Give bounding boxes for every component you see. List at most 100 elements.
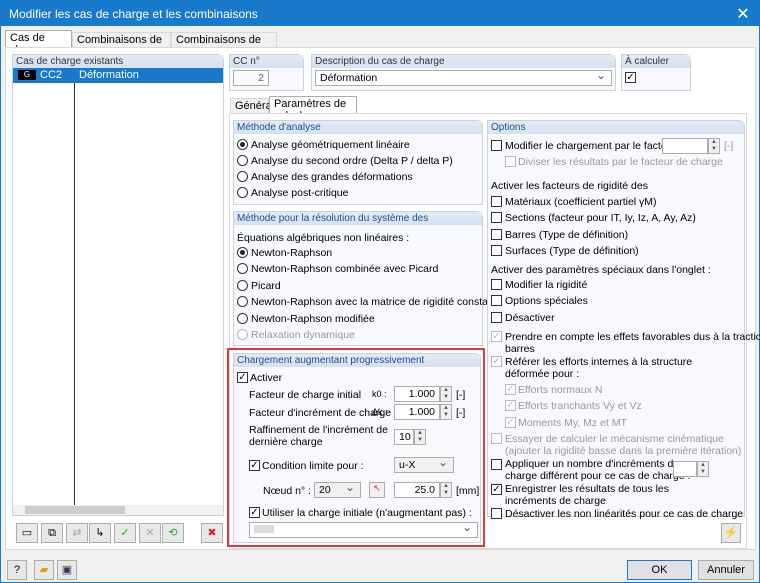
tab-load-combinations[interactable]: Combinaisons de charge: [72, 32, 171, 58]
favorable-effects-checkbox[interactable]: ✓: [491, 331, 502, 342]
modify-factor-spinner[interactable]: ▲ ▼: [708, 138, 720, 154]
radio-label: Newton-Raphson combinée avec Picard: [251, 263, 439, 275]
limit-direction-dropdown[interactable]: u-X: [394, 455, 454, 473]
radio-label: Picard: [251, 280, 281, 292]
surfaces-checkbox[interactable]: [491, 245, 502, 256]
open-icon[interactable]: ▰: [34, 560, 54, 580]
limit-condition-checkbox[interactable]: ✓: [249, 460, 260, 471]
pick-node-icon[interactable]: ↖: [369, 482, 385, 498]
refine-spinner[interactable]: ▲ ▼: [414, 429, 426, 445]
radio-large-deformation[interactable]: [237, 171, 248, 182]
shear-forces-checkbox[interactable]: ✓: [505, 400, 516, 411]
analysis-title: Méthode d'analyse: [234, 121, 482, 134]
progressive-loading-group: Chargement augmentant progressivement ✓ A…: [233, 353, 481, 543]
radio-linear[interactable]: [237, 139, 248, 150]
ok-button[interactable]: OK: [627, 560, 692, 580]
import-icon[interactable]: ⇄: [66, 523, 88, 543]
increment-factor-field[interactable]: 1.000: [394, 404, 440, 420]
calculate-checkbox[interactable]: ✓: [625, 72, 636, 83]
deactivate-checkbox[interactable]: [491, 312, 502, 323]
modify-load-checkbox[interactable]: [491, 140, 502, 151]
kinematic-checkbox[interactable]: [491, 433, 502, 444]
refine-field[interactable]: 10: [394, 429, 414, 445]
normal-forces-label: Efforts normaux N: [518, 384, 603, 396]
save-increments-checkbox[interactable]: ✓: [491, 484, 502, 495]
k0-symbol: k0 :: [372, 389, 387, 399]
apply-increments-checkbox[interactable]: [491, 459, 502, 470]
delete-icon[interactable]: ✖: [201, 523, 223, 543]
node-dropdown[interactable]: 20: [314, 480, 361, 498]
uncheck-all-icon[interactable]: ✕: [139, 523, 161, 543]
divide-results-checkbox[interactable]: [505, 156, 516, 167]
horizontal-scrollbar[interactable]: [13, 505, 223, 515]
tab-load-cases[interactable]: Cas de charge: [5, 30, 72, 56]
deactivate-label: Désactiver: [505, 312, 555, 324]
radio-nr-constant[interactable]: [237, 296, 248, 307]
increment-factor-spinner[interactable]: ▲ ▼: [440, 404, 452, 420]
materials-label: Matériaux (coefficient partiel γM): [505, 196, 657, 208]
initial-factor-field[interactable]: 1.000: [394, 386, 440, 402]
increment-factor-label: Facteur d'incrément de charge: [249, 407, 392, 419]
tab-result-combinations[interactable]: Combinaisons de résultats: [171, 32, 277, 58]
radio-label: Analyse post-critique: [251, 187, 349, 199]
initial-load-dropdown[interactable]: [249, 520, 478, 538]
radio-label: Analyse du second ordre (Delta P / delta…: [251, 155, 453, 167]
sections-checkbox[interactable]: [491, 212, 502, 223]
radio-nr-picard[interactable]: [237, 263, 248, 274]
cancel-button[interactable]: Annuler: [698, 560, 754, 580]
deactivate-nonlinear-label: Désactiver les non linéarités pour ce ca…: [505, 508, 744, 520]
tab-calc-params[interactable]: Paramètres de calcul: [269, 96, 357, 122]
moments-checkbox[interactable]: ✓: [505, 417, 516, 428]
modify-stiffness-checkbox[interactable]: [491, 279, 502, 290]
new-case-icon[interactable]: ▭: [16, 523, 38, 543]
use-initial-load-checkbox[interactable]: ✓: [249, 507, 260, 518]
settings-icon[interactable]: ⚡: [721, 523, 741, 543]
close-button[interactable]: ✕: [733, 4, 753, 24]
copy-case-icon[interactable]: ⧉: [41, 523, 63, 543]
check-all-icon[interactable]: ✓: [114, 523, 136, 543]
radio-newton-raphson[interactable]: [237, 247, 248, 258]
solver-subtitle: Équations algébriques non linéaires :: [237, 232, 410, 244]
modify-stiffness-label: Modifier la rigidité: [505, 279, 588, 291]
activate-checkbox[interactable]: ✓: [237, 372, 248, 383]
radio-post-critical[interactable]: [237, 187, 248, 198]
radio-label: Newton-Raphson modifiée: [251, 313, 375, 325]
cc-number-field[interactable]: 2: [233, 70, 269, 86]
deactivate-nonlinear-checkbox[interactable]: [491, 508, 502, 519]
limit-value-field[interactable]: 25.0: [394, 482, 440, 498]
materials-checkbox[interactable]: [491, 196, 502, 207]
unit-label: [-]: [456, 389, 466, 401]
modify-factor-field[interactable]: [662, 138, 708, 154]
limit-unit-label: [mm]: [456, 485, 480, 497]
toggle-icon[interactable]: ⟲: [162, 523, 184, 543]
special-title: Activer des paramètres spéciaux dans l'o…: [491, 264, 711, 276]
members-checkbox[interactable]: [491, 229, 502, 240]
increments-field[interactable]: [673, 461, 697, 477]
special-options-label: Options spéciales: [505, 295, 588, 307]
kinematic-label-2: (ajouter la rigidité basse dans la premi…: [505, 445, 742, 457]
special-options-checkbox[interactable]: [491, 295, 502, 306]
tab-general[interactable]: Général: [230, 98, 274, 113]
radio-nr-modified[interactable]: [237, 313, 248, 324]
limit-value-spinner[interactable]: ▲ ▼: [440, 482, 452, 498]
refer-deformed-checkbox[interactable]: ✓: [491, 356, 502, 367]
initial-factor-spinner[interactable]: ▲ ▼: [440, 386, 452, 402]
radio-dynamic-relaxation[interactable]: [237, 329, 248, 340]
save-increments-label-2: incréments de charge: [505, 495, 606, 507]
modify-unit: [-]: [724, 140, 734, 152]
title-bar: Modifier les cas de charge et les combin…: [1, 1, 759, 26]
renumber-icon[interactable]: ↳: [89, 523, 111, 543]
normal-forces-checkbox[interactable]: ✓: [505, 384, 516, 395]
increments-spinner[interactable]: ▲ ▼: [697, 461, 709, 477]
radio-picard[interactable]: [237, 280, 248, 291]
shear-forces-label: Efforts tranchants Vy et Vz: [518, 400, 642, 412]
description-dropdown[interactable]: Déformation: [315, 68, 612, 86]
activate-label: Activer: [250, 372, 283, 384]
radio-second-order[interactable]: [237, 155, 248, 166]
radio-label: Analyse des grandes déformations: [251, 171, 413, 183]
help-icon[interactable]: ?: [7, 560, 27, 580]
list-header: Cas de charge existants: [13, 55, 223, 68]
save-icon[interactable]: ▣: [57, 560, 77, 580]
modify-load-label: Modifier le chargement par le facteur :: [505, 140, 682, 152]
list-item[interactable]: G CC2 Déformation: [13, 68, 223, 83]
